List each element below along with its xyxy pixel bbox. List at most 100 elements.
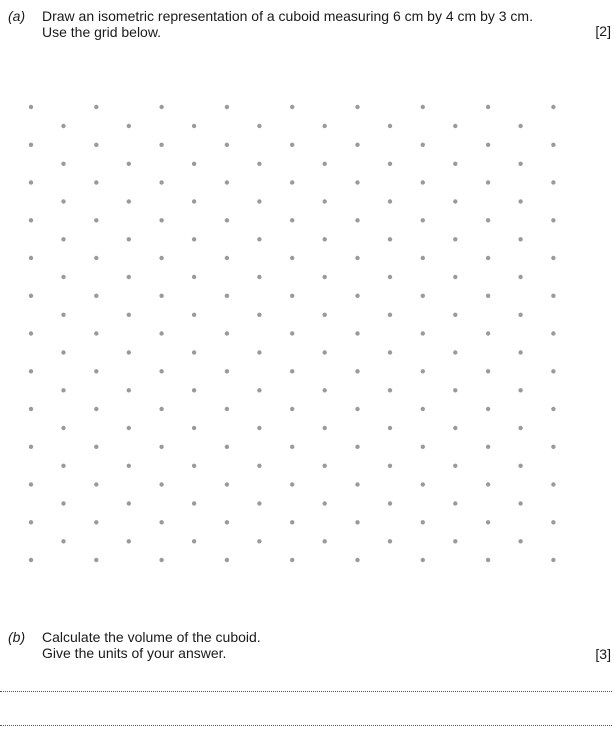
grid-dot [28, 557, 34, 563]
grid-dot [355, 142, 360, 147]
grid-dot [257, 425, 262, 431]
grid-dot [322, 463, 327, 468]
grid-dot [387, 274, 393, 280]
grid-dot [387, 539, 393, 544]
grid-dot [387, 463, 393, 468]
grid-dot [126, 161, 131, 166]
grid-dot [257, 388, 262, 393]
grid-dot [420, 218, 425, 223]
grid-dot [191, 388, 197, 393]
grid-dot [159, 444, 164, 449]
grid-dot [290, 406, 295, 412]
grid-dot [224, 406, 230, 412]
grid-dot [485, 369, 491, 374]
grid-dot [191, 161, 197, 166]
grid-dot [322, 199, 327, 204]
grid-dot [224, 557, 230, 563]
grid-dot [387, 199, 393, 204]
grid-dot [453, 274, 458, 280]
grid-dot [485, 218, 491, 223]
grid-dot [485, 331, 491, 336]
grid-dot [28, 482, 34, 487]
grid-dot [126, 425, 131, 431]
grid-dot [290, 520, 295, 525]
grid-dot [61, 501, 66, 506]
grid-dot [453, 539, 458, 544]
grid-dot [257, 237, 262, 242]
grid-dot [61, 237, 66, 242]
answer-line[interactable] [0, 691, 612, 692]
grid-dot [257, 199, 262, 204]
grid-dot [224, 293, 230, 298]
grid-dot [518, 123, 523, 129]
grid-dot [159, 180, 164, 185]
grid-dot [290, 293, 295, 298]
grid-dot [61, 161, 66, 166]
grid-dot [61, 425, 66, 431]
grid-dot [551, 218, 556, 223]
grid-dot [420, 482, 425, 487]
grid-dot [126, 312, 131, 317]
grid-dot [159, 255, 164, 261]
grid-dot [224, 444, 230, 449]
grid-dot [94, 520, 99, 525]
grid-dot [28, 444, 34, 449]
grid-dot [159, 520, 164, 525]
grid-dot [453, 501, 458, 506]
grid-dot [518, 199, 523, 204]
grid-dot [159, 293, 164, 298]
answer-line[interactable] [0, 725, 612, 726]
grid-dot [387, 501, 393, 506]
grid-dot [355, 520, 360, 525]
grid-dot [518, 274, 523, 280]
grid-dot [453, 463, 458, 468]
part-b-label: (b) [8, 629, 26, 645]
grid-dot [257, 350, 262, 355]
grid-dot [94, 218, 99, 223]
grid-dot [28, 369, 34, 374]
grid-dot [159, 482, 164, 487]
part-b-units-instruction: Give the units of your answer. [42, 645, 227, 661]
grid-dot [322, 123, 327, 129]
grid-dot [485, 180, 491, 185]
grid-dot [290, 369, 295, 374]
grid-dot [518, 237, 523, 242]
grid-dot [191, 274, 197, 280]
grid-dot [322, 425, 327, 431]
isometric-dot-grid[interactable] [0, 0, 614, 600]
grid-dot [28, 180, 34, 185]
grid-dot [224, 520, 230, 525]
grid-dot [290, 331, 295, 336]
grid-dot [551, 255, 556, 261]
grid-dot [355, 104, 360, 110]
grid-dot [28, 520, 34, 525]
grid-dot [94, 444, 99, 449]
grid-dot [420, 369, 425, 374]
grid-dot [224, 255, 230, 261]
grid-dot [355, 482, 360, 487]
grid-dot [290, 482, 295, 487]
grid-dot [28, 255, 34, 261]
grid-dot [94, 142, 99, 147]
grid-dot [94, 293, 99, 298]
grid-dot [257, 501, 262, 506]
grid-dot [453, 350, 458, 355]
grid-dot [94, 482, 99, 487]
grid-dot [28, 406, 34, 412]
part-b-instruction: Calculate the volume of the cuboid. [42, 629, 261, 645]
grid-dot [191, 463, 197, 468]
grid-dot [355, 218, 360, 223]
part-b-text: Calculate the volume of the cuboid. Give… [42, 629, 261, 661]
grid-dot [94, 180, 99, 185]
grid-dot [420, 293, 425, 298]
grid-dot [191, 237, 197, 242]
grid-dot [518, 388, 523, 393]
grid-dot [551, 482, 556, 487]
grid-dot [159, 406, 164, 412]
grid-dot [61, 199, 66, 204]
grid-dot [355, 557, 360, 563]
grid-dot [191, 501, 197, 506]
grid-dot [518, 350, 523, 355]
grid-dot [355, 331, 360, 336]
grid-dot [355, 180, 360, 185]
